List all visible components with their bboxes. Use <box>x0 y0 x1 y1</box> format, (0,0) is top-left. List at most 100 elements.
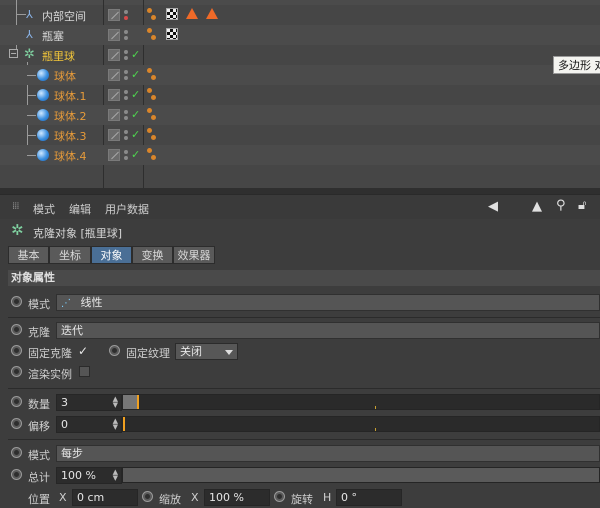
clone-dropdown[interactable]: 迭代 <box>56 322 600 339</box>
editor-visibility-dot[interactable] <box>124 50 128 54</box>
object-manager: ⅄ 内部空间 ⅄ 瓶塞 − ✲ 瓶里球 ✓ 球体 ✓ 球体.1 ✓ 球体.2 ✓… <box>0 0 600 188</box>
editor-visibility-dot[interactable] <box>124 130 128 134</box>
total-input[interactable]: 100 % ▲ ▼ <box>56 467 122 484</box>
tab-object[interactable]: 对象 <box>91 246 132 264</box>
layer-icon[interactable] <box>108 129 120 141</box>
spinner-icon[interactable]: ▲ ▼ <box>113 418 118 431</box>
texture-tag-icon[interactable] <box>166 28 178 40</box>
search-icon[interactable]: ⚲ <box>556 198 566 213</box>
enabled-check-icon[interactable]: ✓ <box>131 108 140 121</box>
offset-slider[interactable] <box>122 416 600 432</box>
render-visibility-dot[interactable] <box>124 16 128 20</box>
sphere-icon <box>37 69 49 81</box>
scale-x-input[interactable]: 100 % <box>204 489 270 506</box>
param-fixed-clone: 固定克隆 ✓ 固定纹理 关闭 <box>8 342 600 362</box>
menu-userdata[interactable]: 用户数据 <box>105 201 149 217</box>
layer-icon[interactable] <box>108 29 120 41</box>
animate-radio[interactable] <box>274 491 285 502</box>
fixed-clone-checkbox[interactable]: ✓ <box>78 344 88 358</box>
tag-dots-icon[interactable] <box>147 8 157 22</box>
tag-dots-icon[interactable] <box>147 88 157 102</box>
editor-visibility-dot[interactable] <box>124 90 128 94</box>
editor-visibility-dot[interactable] <box>124 110 128 114</box>
rotation-h-input[interactable]: 0 ° <box>336 489 402 506</box>
render-visibility-dot[interactable] <box>124 96 128 100</box>
tag-dots-icon[interactable] <box>147 108 157 122</box>
axis-label: X <box>191 491 199 504</box>
render-instance-checkbox[interactable] <box>79 366 90 377</box>
up-arrow-icon[interactable]: ▲ <box>532 199 542 214</box>
param-label: 缩放 <box>159 493 181 506</box>
step-mode-dropdown[interactable]: 每步 <box>56 445 600 462</box>
collapse-toggle-icon[interactable]: − <box>9 49 18 58</box>
enabled-check-icon[interactable]: ✓ <box>131 88 140 101</box>
total-slider[interactable] <box>122 467 600 483</box>
editor-visibility-dot[interactable] <box>124 10 128 14</box>
back-arrow-icon[interactable]: ◀ <box>488 199 498 214</box>
object-row-sphere[interactable]: 球体.4 ✓ <box>0 145 600 165</box>
tab-effectors[interactable]: 效果器 <box>173 246 215 264</box>
layer-icon[interactable] <box>108 109 120 121</box>
animate-radio[interactable] <box>11 469 22 480</box>
slider-handle[interactable] <box>123 417 125 431</box>
render-visibility-dot[interactable] <box>124 136 128 140</box>
object-row-sphere[interactable]: 球体.2 ✓ <box>0 105 600 125</box>
animate-radio[interactable] <box>11 418 22 429</box>
fixed-texture-dropdown[interactable]: 关闭 <box>175 343 238 360</box>
tab-basic[interactable]: 基本 <box>8 246 49 264</box>
animate-radio[interactable] <box>11 396 22 407</box>
texture-tag-icon[interactable] <box>166 8 178 20</box>
material-triangle-icon[interactable] <box>206 8 218 19</box>
menu-mode[interactable]: 模式 <box>33 201 55 217</box>
tab-transform[interactable]: 变换 <box>132 246 173 264</box>
slider-tick <box>375 428 376 431</box>
render-visibility-dot[interactable] <box>124 56 128 60</box>
animate-radio[interactable] <box>11 366 22 377</box>
editor-visibility-dot[interactable] <box>124 70 128 74</box>
layer-icon[interactable] <box>108 9 120 21</box>
animate-radio[interactable] <box>11 324 22 335</box>
render-visibility-dot[interactable] <box>124 36 128 40</box>
layer-icon[interactable] <box>108 69 120 81</box>
offset-input[interactable]: 0 ▲ ▼ <box>56 416 122 433</box>
object-row-inner-space[interactable]: ⅄ 内部空间 <box>0 5 600 25</box>
render-visibility-dot[interactable] <box>124 76 128 80</box>
grip-icon[interactable]: ⁞⁞⁞ <box>12 201 19 212</box>
tag-dots-icon[interactable] <box>147 128 157 142</box>
enabled-check-icon[interactable]: ✓ <box>131 148 140 161</box>
tag-dots-icon[interactable] <box>147 28 157 42</box>
spinner-icon[interactable]: ▲ ▼ <box>113 469 118 482</box>
animate-radio[interactable] <box>11 447 22 458</box>
object-row-cloner[interactable]: − ✲ 瓶里球 ✓ <box>0 45 600 65</box>
mode-dropdown[interactable]: ⋰ 线性 <box>56 294 600 311</box>
editor-visibility-dot[interactable] <box>124 150 128 154</box>
object-row-sphere[interactable]: 球体.3 ✓ <box>0 125 600 145</box>
animate-radio[interactable] <box>109 345 120 356</box>
animate-radio[interactable] <box>11 345 22 356</box>
tag-dots-icon[interactable] <box>147 68 157 82</box>
menu-edit[interactable]: 编辑 <box>69 201 91 217</box>
tag-dots-icon[interactable] <box>147 148 157 162</box>
tab-coordinates[interactable]: 坐标 <box>49 246 91 264</box>
lock-icon[interactable]: 🔓︎ <box>578 198 586 213</box>
layer-icon[interactable] <box>108 149 120 161</box>
enabled-check-icon[interactable]: ✓ <box>131 128 140 141</box>
enabled-check-icon[interactable]: ✓ <box>131 68 140 81</box>
material-triangle-icon[interactable] <box>186 8 198 19</box>
animate-radio[interactable] <box>142 491 153 502</box>
spinner-icon[interactable]: ▲ ▼ <box>113 396 118 409</box>
render-visibility-dot[interactable] <box>124 156 128 160</box>
render-visibility-dot[interactable] <box>124 116 128 120</box>
object-row-sphere[interactable]: 球体 ✓ <box>0 65 600 85</box>
enabled-check-icon[interactable]: ✓ <box>131 48 140 61</box>
animate-radio[interactable] <box>11 296 22 307</box>
position-x-input[interactable]: 0 cm <box>72 489 138 506</box>
count-slider[interactable] <box>122 394 600 410</box>
object-row-stopper[interactable]: ⅄ 瓶塞 <box>0 25 600 45</box>
count-input[interactable]: 3 ▲ ▼ <box>56 394 122 411</box>
layer-icon[interactable] <box>108 89 120 101</box>
object-row-sphere[interactable]: 球体.1 ✓ <box>0 85 600 105</box>
layer-icon[interactable] <box>108 49 120 61</box>
slider-handle[interactable] <box>137 395 139 409</box>
editor-visibility-dot[interactable] <box>124 30 128 34</box>
